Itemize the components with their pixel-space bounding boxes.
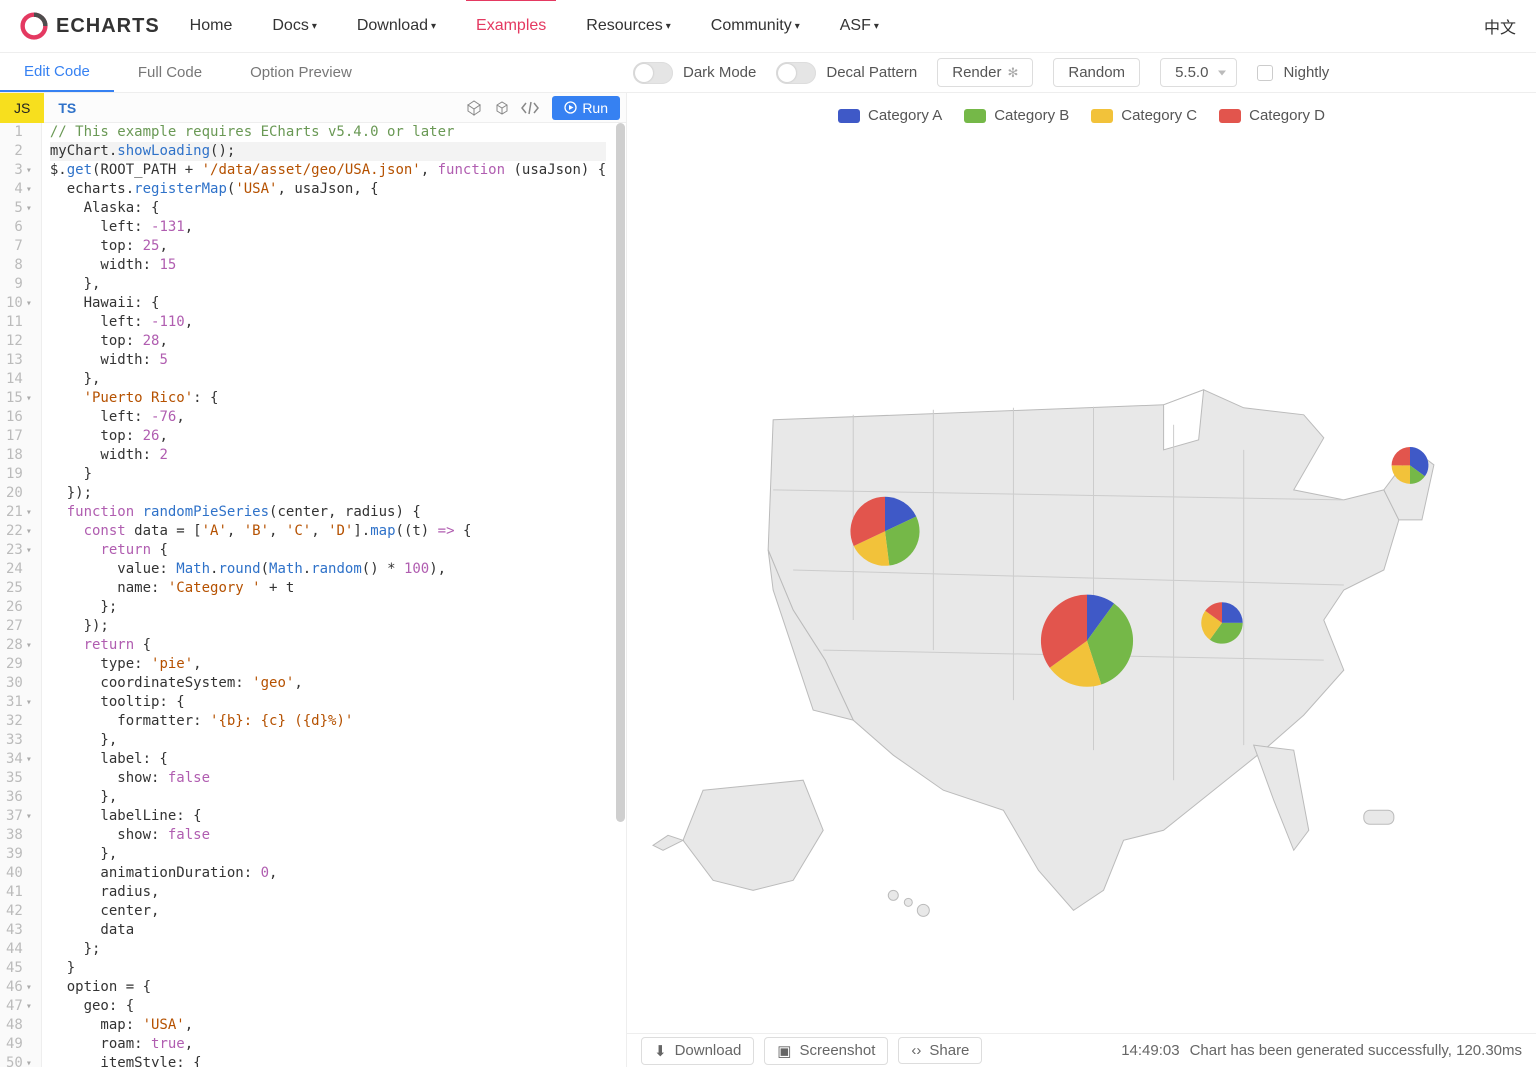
legend-label: Category C: [1121, 107, 1197, 124]
chart-legend: Category A Category B Category C Category D: [643, 103, 1520, 130]
preview-controls: Dark Mode Decal Pattern Render ✻ Random …: [627, 53, 1536, 92]
dark-mode-label: Dark Mode: [683, 64, 756, 81]
decal-label: Decal Pattern: [826, 64, 917, 81]
nav-item-resources[interactable]: Resources▾: [586, 17, 671, 35]
brand-text: ECHARTS: [56, 15, 160, 38]
nav-item-download[interactable]: Download▾: [357, 17, 436, 35]
chevron-down-icon: ▾: [666, 21, 671, 32]
chart-svg: [643, 130, 1520, 1050]
chevron-down-icon: ▾: [874, 21, 879, 32]
toggle-switch-icon: [633, 62, 673, 84]
nav-item-examples[interactable]: Examples: [476, 17, 546, 35]
legend-label: Category D: [1249, 107, 1325, 124]
cube-icon[interactable]: [488, 94, 516, 122]
decal-toggle[interactable]: Decal Pattern: [776, 62, 917, 84]
legend-item[interactable]: Category A: [838, 107, 942, 124]
legend-swatch: [838, 109, 860, 123]
random-label: Random: [1068, 64, 1125, 81]
nav-item-community[interactable]: Community▾: [711, 17, 800, 35]
random-button[interactable]: Random: [1053, 58, 1140, 87]
echarts-logo-icon: [20, 12, 48, 40]
play-icon: [564, 101, 577, 114]
legend-item[interactable]: Category D: [1219, 107, 1325, 124]
tab-edit-code[interactable]: Edit Code: [0, 53, 114, 92]
nightly-checkbox[interactable]: Nightly: [1257, 64, 1329, 81]
render-button[interactable]: Render ✻: [937, 58, 1033, 87]
code-icon[interactable]: [516, 94, 544, 122]
editor-tabs: Edit CodeFull CodeOption Preview: [0, 53, 627, 92]
lang-tab-js[interactable]: JS: [0, 93, 44, 123]
chevron-down-icon: ▾: [312, 21, 317, 32]
code-lang-row: JS TS Run: [0, 93, 626, 123]
nav-items: Home Docs▾ Download▾ Examples Resources▾ Comm…: [190, 17, 879, 35]
tab-full-code[interactable]: Full Code: [114, 53, 226, 92]
editor-panel: JS TS Run 123▾4▾5▾678910▾1112131415▾1617…: [0, 93, 627, 1067]
gear-icon: ✻: [1007, 65, 1018, 81]
preview-panel: Category A Category B Category C Category D: [627, 93, 1536, 1067]
lang-tab-ts[interactable]: TS: [44, 93, 90, 123]
legend-item[interactable]: Category C: [1091, 107, 1197, 124]
legend-swatch: [964, 109, 986, 123]
tab-option-preview[interactable]: Option Preview: [226, 53, 376, 92]
run-button[interactable]: Run: [552, 96, 620, 120]
legend-label: Category B: [994, 107, 1069, 124]
nav-item-asf[interactable]: ASF▾: [840, 17, 879, 35]
version-label: 5.5.0: [1175, 64, 1208, 81]
checkbox-icon: [1257, 65, 1273, 81]
toggle-switch-icon: [776, 62, 816, 84]
version-select[interactable]: 5.5.0: [1160, 58, 1237, 87]
nav-item-home[interactable]: Home: [190, 17, 233, 35]
legend-label: Category A: [868, 107, 942, 124]
chevron-down-icon: ▾: [795, 21, 800, 32]
top-nav: ECHARTS Home Docs▾ Download▾ Examples Resour…: [0, 0, 1536, 53]
brand-logo[interactable]: ECHARTS: [20, 12, 160, 40]
dark-mode-toggle[interactable]: Dark Mode: [633, 62, 756, 84]
chevron-down-icon: ▾: [431, 21, 436, 32]
legend-item[interactable]: Category B: [964, 107, 1069, 124]
legend-swatch: [1219, 109, 1241, 123]
render-label: Render: [952, 64, 1001, 81]
editor-subrow: Edit CodeFull CodeOption Preview Dark Mo…: [0, 53, 1536, 93]
nav-item-docs[interactable]: Docs▾: [272, 17, 316, 35]
legend-swatch: [1091, 109, 1113, 123]
nightly-label: Nightly: [1283, 64, 1329, 81]
diamond-icon[interactable]: [460, 94, 488, 122]
code-editor[interactable]: 123▾4▾5▾678910▾1112131415▾161718192021▾2…: [0, 123, 626, 1067]
pie-slice[interactable]: [1392, 447, 1410, 465]
chart-area[interactable]: Category A Category B Category C Category D: [627, 93, 1536, 1033]
editor-scrollbar[interactable]: [615, 123, 626, 822]
run-label: Run: [582, 100, 608, 116]
main-split: JS TS Run 123▾4▾5▾678910▾1112131415▾1617…: [0, 93, 1536, 1067]
language-switch[interactable]: 中文: [1484, 14, 1516, 38]
